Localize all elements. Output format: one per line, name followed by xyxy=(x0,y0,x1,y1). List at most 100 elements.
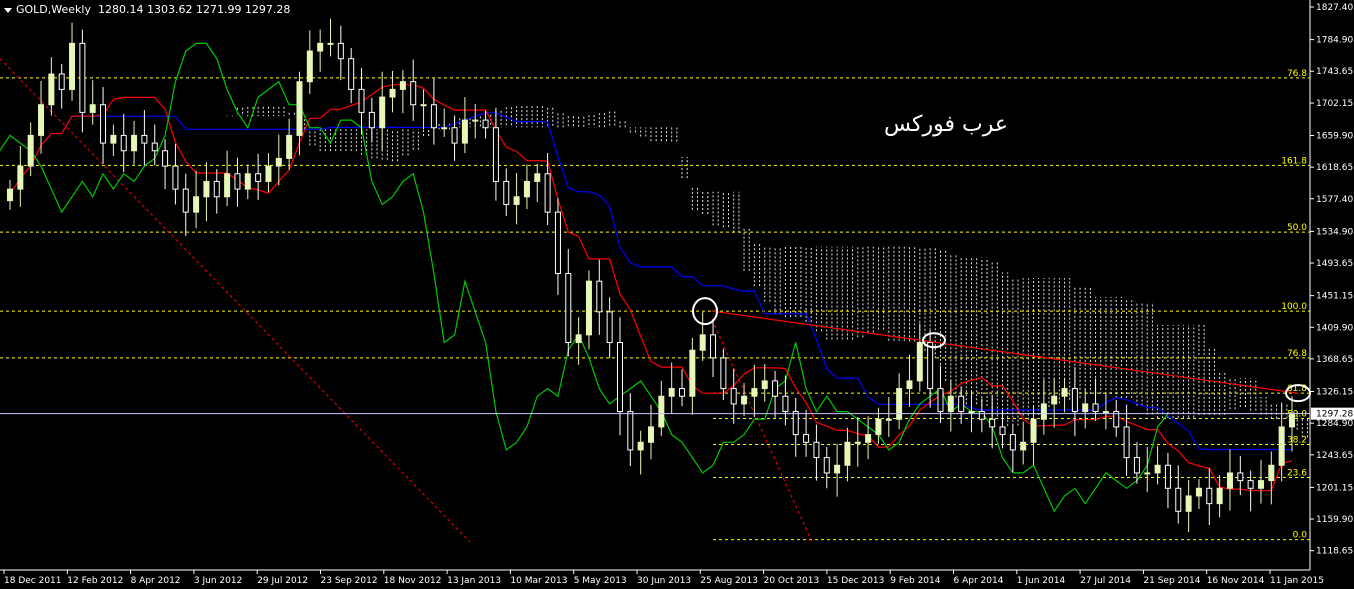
candle-body xyxy=(782,395,789,413)
candle-body xyxy=(244,173,251,190)
candle-body xyxy=(916,342,923,382)
y-tick-label: 1409.90 xyxy=(1316,323,1353,333)
y-tick-label: 1493.65 xyxy=(1316,259,1353,269)
candle-body xyxy=(503,180,510,205)
candle-body xyxy=(554,211,561,274)
fib-level-label: 76.8 xyxy=(1287,69,1307,79)
candle-body xyxy=(182,188,189,213)
price-chart[interactable]: 76.8161.850.0100.076.861.850.038.223.60.… xyxy=(0,0,1354,589)
y-tick-label: 1368.65 xyxy=(1316,355,1353,365)
x-tick-label: 30 Jun 2013 xyxy=(637,576,691,586)
candle-body xyxy=(275,157,282,167)
x-tick-label: 16 Nov 2014 xyxy=(1207,576,1265,586)
candle-body xyxy=(906,380,913,390)
candle-body xyxy=(1009,434,1016,451)
candle-body xyxy=(482,119,489,129)
candle-body xyxy=(679,388,686,397)
x-tick-label: 27 Jul 2014 xyxy=(1080,576,1131,586)
candle-body xyxy=(151,142,158,152)
candle-body xyxy=(203,180,210,198)
candle-body xyxy=(978,411,985,420)
candle-body xyxy=(565,272,572,344)
dropdown-arrow-icon[interactable] xyxy=(4,7,12,13)
candle-body xyxy=(1175,487,1182,512)
candle-body xyxy=(1185,495,1192,512)
candle-body xyxy=(265,165,272,182)
candle-body xyxy=(1144,472,1151,475)
fib-level-label: 0.0 xyxy=(1293,531,1308,541)
y-tick-label: 1577.40 xyxy=(1316,195,1353,205)
candle-body xyxy=(648,426,654,443)
candle-body xyxy=(1278,426,1285,466)
candle-body xyxy=(234,173,241,190)
candle-body xyxy=(58,73,65,90)
fib-level-label: 76.8 xyxy=(1287,349,1307,359)
x-tick-label: 20 Oct 2013 xyxy=(764,576,820,586)
x-tick-label: 12 Feb 2012 xyxy=(67,576,123,586)
candle-body xyxy=(761,380,768,390)
current-price-label: 1297.28 xyxy=(1316,410,1353,420)
candle-body xyxy=(875,418,882,436)
y-tick-label: 1534.90 xyxy=(1316,227,1353,237)
candle-body xyxy=(1082,403,1089,413)
y-tick-label: 1827.40 xyxy=(1316,3,1353,13)
candle-body xyxy=(224,173,231,198)
candle-body xyxy=(1226,472,1233,489)
candle-body xyxy=(813,441,820,459)
candle-body xyxy=(606,311,613,344)
candle-body xyxy=(7,188,13,202)
candle-body xyxy=(38,104,45,136)
candle-body xyxy=(772,380,779,397)
candle-body xyxy=(844,441,851,466)
fib-level-label: 50.0 xyxy=(1287,223,1307,233)
x-tick-label: 15 Dec 2013 xyxy=(827,576,885,586)
candle-body xyxy=(1123,426,1130,459)
candle-body xyxy=(1071,388,1078,413)
y-tick-label: 1159.90 xyxy=(1316,515,1353,525)
candle-body xyxy=(1051,395,1058,405)
candle-body xyxy=(48,73,55,106)
candle-body xyxy=(585,280,592,336)
candle-body xyxy=(896,388,903,420)
candle-body xyxy=(1030,418,1037,443)
candle-body xyxy=(162,150,169,167)
candle-body xyxy=(141,134,148,144)
candle-body xyxy=(89,104,96,113)
candle-body xyxy=(1154,464,1161,474)
candle-body xyxy=(534,173,541,182)
candle-body xyxy=(110,134,117,144)
symbol-label: GOLD,Weekly xyxy=(16,3,91,16)
candle-body xyxy=(575,334,582,344)
candle-body xyxy=(1206,487,1213,505)
candle-body xyxy=(513,196,520,205)
x-tick-label: 5 May 2013 xyxy=(574,576,627,586)
fib-level-label: 23.6 xyxy=(1287,469,1307,479)
candle-body xyxy=(792,411,799,436)
candle-body xyxy=(389,88,396,98)
candle-body xyxy=(668,388,675,397)
candle-body xyxy=(399,81,406,90)
candle-body xyxy=(699,334,706,351)
fib-level-label: 161.8 xyxy=(1281,156,1307,166)
candle-body xyxy=(348,58,355,90)
candle-body xyxy=(461,119,468,144)
y-tick-label: 1118.65 xyxy=(1316,547,1353,557)
candle-body xyxy=(544,173,551,213)
candle-body xyxy=(317,42,324,52)
candle-body xyxy=(100,104,107,144)
x-tick-label: 9 Feb 2014 xyxy=(890,576,941,586)
candle-body xyxy=(306,50,313,83)
x-tick-label: 6 Apr 2014 xyxy=(954,576,1004,586)
y-tick-label: 1702.15 xyxy=(1316,99,1353,109)
candle-body xyxy=(865,434,872,443)
candle-body xyxy=(1020,441,1027,451)
y-tick-label: 1618.65 xyxy=(1316,163,1353,173)
candle-body xyxy=(213,180,220,198)
candle-body xyxy=(1268,464,1275,482)
candle-body xyxy=(131,134,138,152)
candle-body xyxy=(410,81,417,106)
candle-body xyxy=(927,342,934,390)
candle-body xyxy=(17,165,24,190)
candle-body xyxy=(751,388,758,397)
candle-body xyxy=(451,127,458,144)
